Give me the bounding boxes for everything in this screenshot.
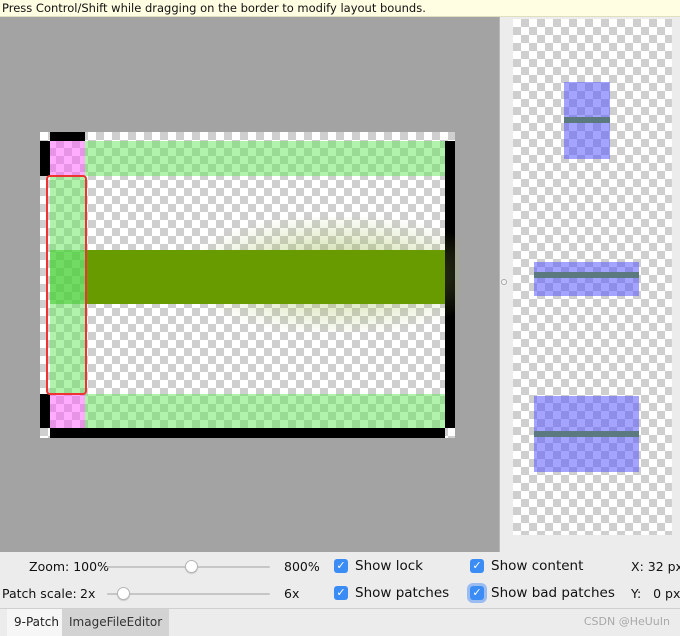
show-patches-checkbox[interactable]: ✓	[334, 586, 348, 600]
show-bad-patches-checkbox[interactable]: ✓	[470, 586, 484, 600]
tab-9-patch[interactable]: 9-Patch	[7, 609, 66, 636]
preview-both-content	[534, 431, 639, 437]
preview-canvas	[513, 19, 672, 535]
patch-scale-slider[interactable]	[107, 587, 270, 600]
bad-patch-outline	[46, 175, 87, 395]
nine-patch-editor-canvas[interactable]	[0, 17, 499, 552]
show-content-checkbox[interactable]: ✓	[470, 559, 484, 573]
stretch-preview-panel	[507, 17, 680, 552]
preview-horizontal-content	[534, 272, 639, 278]
top-stretch-marker[interactable]	[50, 132, 85, 141]
patch-bottom-horizontal	[85, 394, 445, 428]
image-content-bar	[85, 250, 445, 304]
zoom-label: Zoom: 100%	[29, 559, 109, 574]
editor-tabs: 9-Patch ImageFileEditor CSDN @HeUuIn	[0, 608, 680, 636]
patch-scale-slider-thumb[interactable]	[117, 587, 130, 600]
show-bad-patches-label[interactable]: Show bad patches	[491, 585, 615, 601]
hint-bar: Press Control/Shift while dragging on th…	[0, 0, 680, 17]
patch-corner-top-left	[50, 141, 85, 176]
zoom-max-label: 800%	[284, 559, 320, 574]
x-coordinate-readout: X: 32 px	[631, 559, 680, 574]
left-stretch-marker-bottom[interactable]	[40, 394, 50, 428]
patch-scale-max-label: 6x	[284, 586, 300, 601]
patch-scale-label: Patch scale:	[2, 586, 77, 601]
preview-vertical-content	[564, 117, 610, 123]
show-patches-label[interactable]: Show patches	[355, 585, 449, 601]
bottom-content-marker[interactable]	[50, 428, 445, 438]
zoom-slider[interactable]	[107, 560, 270, 573]
patch-top-horizontal	[85, 141, 445, 176]
zoom-slider-thumb[interactable]	[185, 560, 198, 573]
controls-panel: Zoom: 100% 800% Patch scale: 2x 6x ✓ Sho…	[0, 552, 680, 608]
splitter[interactable]	[499, 17, 507, 552]
left-stretch-marker-top[interactable]	[40, 141, 50, 176]
watermark: CSDN @HeUuIn	[583, 615, 670, 628]
preview-horizontal-stretch	[534, 262, 639, 296]
show-content-label[interactable]: Show content	[491, 558, 583, 574]
y-coordinate-readout: Y: 0 px	[631, 586, 680, 601]
patch-corner-bottom-left	[50, 394, 85, 428]
show-lock-checkbox[interactable]: ✓	[334, 559, 348, 573]
tab-image-file-editor[interactable]: ImageFileEditor	[62, 609, 170, 636]
patch-scale-min-label: 2x	[80, 586, 96, 601]
nine-patch-image[interactable]	[40, 132, 460, 438]
show-lock-label[interactable]: Show lock	[355, 558, 423, 574]
